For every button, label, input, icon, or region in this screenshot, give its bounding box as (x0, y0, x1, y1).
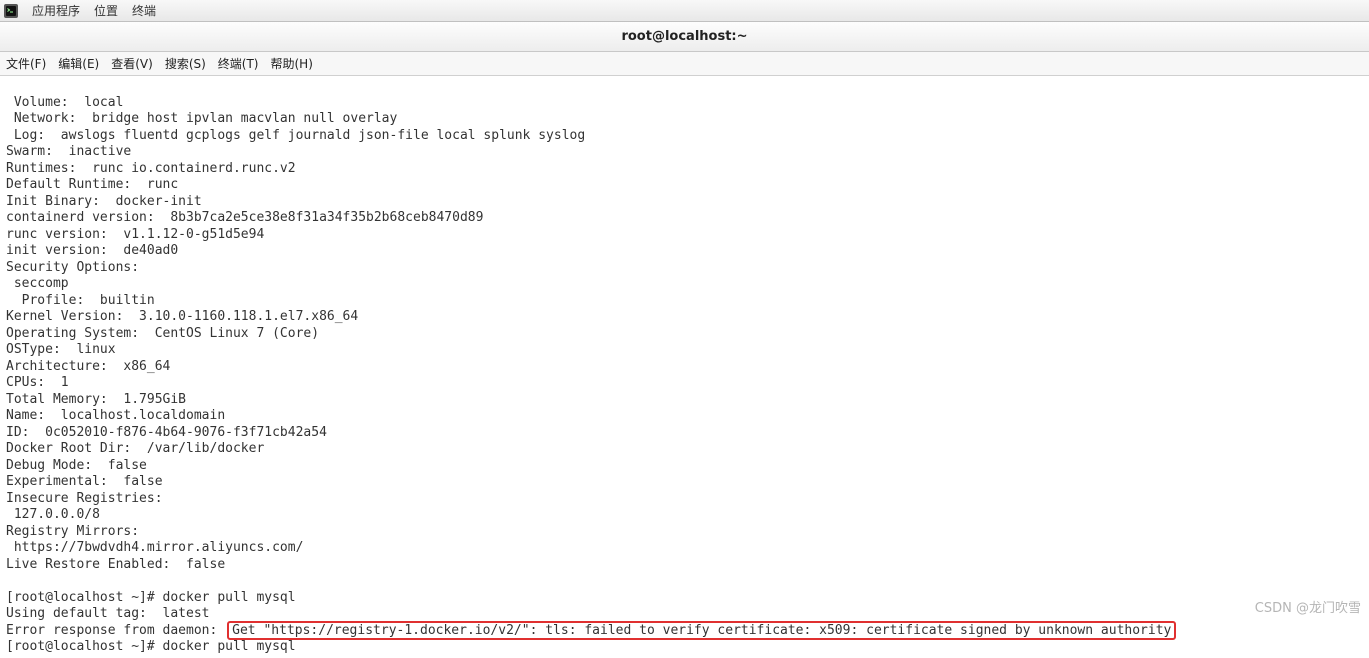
out-line: seccomp (6, 276, 69, 291)
menu-file[interactable]: 文件(F) (6, 55, 46, 72)
out-line: Network: bridge host ipvlan macvlan null… (6, 111, 397, 126)
out-line: Using default tag: latest (6, 606, 210, 621)
prompt-line: [root@localhost ~]# docker pull mysql (6, 590, 296, 605)
panel-terminal[interactable]: 终端 (132, 2, 156, 19)
menu-edit[interactable]: 编辑(E) (58, 55, 99, 72)
prompt-line: [root@localhost ~]# docker pull mysql (6, 639, 296, 654)
out-line: Profile: builtin (6, 293, 155, 308)
out-line: Insecure Registries: (6, 491, 163, 506)
out-line: Volume: local (6, 95, 123, 110)
menu-view[interactable]: 查看(V) (111, 55, 153, 72)
error-highlight: Get "https://registry-1.docker.io/v2/": … (227, 621, 1176, 640)
panel-places[interactable]: 位置 (94, 2, 118, 19)
window-titlebar[interactable]: root@localhost:~ (0, 22, 1369, 52)
menu-help[interactable]: 帮助(H) (271, 55, 313, 72)
out-line: Name: localhost.localdomain (6, 408, 225, 423)
out-line: runc version: v1.1.12-0-g51d5e94 (6, 227, 264, 242)
out-line: Init Binary: docker-init (6, 194, 202, 209)
out-line: 127.0.0.0/8 (6, 507, 100, 522)
terminal-output[interactable]: Volume: local Network: bridge host ipvla… (0, 76, 1369, 658)
out-line: Docker Root Dir: /var/lib/docker (6, 441, 264, 456)
out-line: Kernel Version: 3.10.0-1160.118.1.el7.x8… (6, 309, 358, 324)
menu-terminal[interactable]: 终端(T) (218, 55, 259, 72)
out-line: containerd version: 8b3b7ca2e5ce38e8f31a… (6, 210, 483, 225)
desktop-top-panel: 应用程序 位置 终端 (0, 0, 1369, 22)
out-line: Log: awslogs fluentd gcplogs gelf journa… (6, 128, 585, 143)
out-line: Default Runtime: runc (6, 177, 178, 192)
out-line: Security Options: (6, 260, 139, 275)
menu-search[interactable]: 搜索(S) (165, 55, 206, 72)
error-line: Error response from daemon: Get "https:/… (6, 623, 1176, 638)
out-line: Experimental: false (6, 474, 163, 489)
out-line: https://7bwdvdh4.mirror.aliyuncs.com/ (6, 540, 303, 555)
out-line: Operating System: CentOS Linux 7 (Core) (6, 326, 319, 341)
out-line: OSType: linux (6, 342, 116, 357)
out-line: Total Memory: 1.795GiB (6, 392, 186, 407)
window-title: root@localhost:~ (621, 29, 747, 44)
out-line: Architecture: x86_64 (6, 359, 170, 374)
out-line: Registry Mirrors: (6, 524, 139, 539)
out-line: Swarm: inactive (6, 144, 131, 159)
error-prefix: Error response from daemon: (6, 623, 225, 638)
out-line: Debug Mode: false (6, 458, 147, 473)
out-line: Live Restore Enabled: false (6, 557, 225, 572)
terminal-menubar: 文件(F) 编辑(E) 查看(V) 搜索(S) 终端(T) 帮助(H) (0, 52, 1369, 76)
out-line: Runtimes: runc io.containerd.runc.v2 (6, 161, 296, 176)
panel-applications[interactable]: 应用程序 (32, 2, 80, 19)
out-line: ID: 0c052010-f876-4b64-9076-f3f71cb42a54 (6, 425, 327, 440)
out-line: init version: de40ad0 (6, 243, 178, 258)
terminal-app-icon (4, 4, 18, 18)
out-line: CPUs: 1 (6, 375, 69, 390)
